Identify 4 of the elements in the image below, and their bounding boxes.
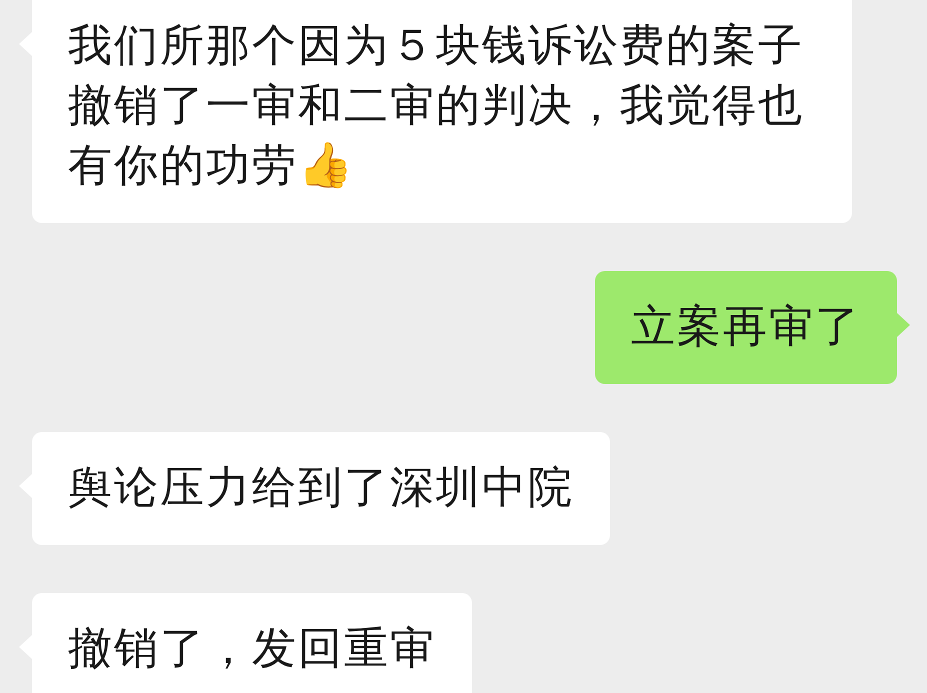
message-text: 撤销了，发回重审 <box>68 623 436 674</box>
message-text: 立案再审了 <box>631 301 861 352</box>
message-text: 舆论压力给到了深圳中院 <box>68 462 574 513</box>
message-text: 我们所那个因为５块钱诉讼费的案子撤销了一审和二审的判决，我觉得也有你的功劳👍 <box>68 20 804 191</box>
